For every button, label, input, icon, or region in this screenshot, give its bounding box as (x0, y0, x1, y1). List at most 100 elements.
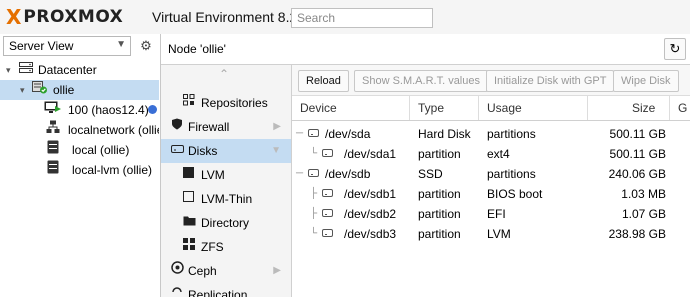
size-cell: 1.07 GB (621, 207, 666, 221)
main-panel: Node 'ollie' ↻ ⌃ Repositories Firewall ▶… (161, 34, 690, 297)
menu-item-firewall[interactable]: Firewall ▶ (161, 115, 291, 139)
column-divider[interactable] (478, 96, 479, 120)
chevron-right-icon[interactable]: ▶ (273, 115, 281, 139)
tree-item-label: Datacenter (38, 63, 97, 77)
vm-running-icon (44, 100, 62, 120)
menu-item-zfs[interactable]: ZFS (161, 235, 291, 259)
proxmox-x-icon: X (6, 5, 22, 29)
column-header-size[interactable]: Size (632, 101, 655, 115)
status-badge (148, 105, 157, 114)
column-header-usage[interactable]: Usage (487, 101, 522, 115)
firewall-icon (171, 115, 183, 139)
directory-icon (183, 211, 196, 235)
tree-item-node-ollie[interactable]: ▾ ollie (0, 80, 159, 100)
datacenter-icon (19, 60, 33, 80)
menu-item-label: Ceph (188, 264, 217, 278)
disk-icon (308, 129, 319, 137)
usage-cell: partitions (487, 167, 536, 181)
collapse-icon[interactable]: ▾ (6, 60, 11, 80)
menu-item-label: ZFS (201, 240, 224, 254)
proxmox-logo[interactable]: X PROXMOX (6, 5, 124, 29)
size-cell: 1.03 MB (621, 187, 666, 201)
usage-cell: ext4 (487, 147, 510, 161)
tree-item-datacenter[interactable]: ▾ Datacenter (0, 60, 159, 80)
usage-cell: partitions (487, 127, 536, 141)
tree-item-vm-100[interactable]: 100 (haos12.4) (0, 100, 159, 120)
content-header: Node 'ollie' ↻ (161, 34, 690, 65)
menu-item-label: LVM (201, 168, 225, 182)
zfs-icon (183, 235, 195, 259)
table-row[interactable]: ├ /dev/sdb2 partition EFI 1.07 GB (292, 204, 690, 224)
tree-item-label: localnetwork (ollie) (68, 123, 159, 137)
device-cell: /dev/sdb (325, 167, 371, 181)
device-cell: /dev/sda1 (344, 147, 397, 161)
refresh-icon[interactable]: ↻ (664, 38, 686, 60)
show-smart-button[interactable]: Show S.M.A.R.T. values (354, 70, 488, 92)
view-selector[interactable]: Server View ▼ (3, 36, 131, 56)
disk-icon (308, 169, 319, 177)
tree-item-label: local (ollie) (72, 143, 130, 157)
product-version: Virtual Environment 8.2.4 (152, 9, 309, 25)
table-row[interactable]: ─ /dev/sdb SSD partitions 240.06 GB (292, 164, 690, 184)
search-input[interactable] (291, 8, 433, 28)
node-menu: ⌃ Repositories Firewall ▶ Disks ▼ LVM LV… (161, 65, 292, 297)
column-header-type[interactable]: Type (418, 101, 444, 115)
usage-cell: LVM (487, 227, 511, 241)
menu-item-repositories[interactable]: Repositories (161, 91, 291, 115)
collapse-icon[interactable]: ─ (296, 124, 303, 144)
column-divider[interactable] (409, 96, 410, 120)
partition-icon (322, 149, 333, 157)
chevron-down-icon: ▼ (116, 39, 126, 50)
tree-line: └ (310, 148, 318, 159)
collapse-icon[interactable]: ▾ (20, 80, 25, 100)
tree-line: ├ (310, 188, 318, 199)
chevron-right-icon[interactable]: ▶ (273, 259, 281, 283)
collapse-icon[interactable]: ─ (296, 164, 303, 184)
tree-item-localnetwork[interactable]: localnetwork (ollie) (0, 120, 159, 140)
table-row[interactable]: └ /dev/sdb3 partition LVM 238.98 GB (292, 224, 690, 244)
chevron-down-icon[interactable]: ▼ (271, 139, 281, 163)
menu-item-label: Firewall (188, 120, 230, 134)
menu-item-replication[interactable]: Replication (161, 283, 291, 297)
size-cell: 240.06 GB (608, 167, 666, 181)
size-cell: 238.98 GB (608, 227, 666, 241)
network-icon (46, 120, 60, 140)
scroll-up-icon[interactable]: ⌃ (219, 67, 229, 81)
menu-item-directory[interactable]: Directory (161, 211, 291, 235)
menu-item-lvm-thin[interactable]: LVM-Thin (161, 187, 291, 211)
disks-icon (171, 139, 184, 163)
storage-icon (47, 140, 59, 160)
type-cell: Hard Disk (418, 127, 471, 141)
wipe-disk-button[interactable]: Wipe Disk (613, 70, 679, 92)
size-cell: 500.11 GB (609, 147, 666, 161)
lvm-icon (183, 163, 194, 187)
column-divider[interactable] (669, 96, 670, 120)
device-cell: /dev/sdb3 (344, 227, 397, 241)
menu-item-label: Repositories (201, 96, 268, 110)
column-header-gpt[interactable]: G (678, 101, 687, 115)
menu-item-ceph[interactable]: Ceph ▶ (161, 259, 291, 283)
page-title: Node 'ollie' (168, 42, 226, 56)
menu-item-lvm[interactable]: LVM (161, 163, 291, 187)
column-header-device[interactable]: Device (300, 101, 337, 115)
gear-icon[interactable]: ⚙ (136, 36, 156, 56)
reload-button[interactable]: Reload (298, 70, 349, 92)
tree-item-label: local-lvm (ollie) (72, 163, 153, 177)
table-row[interactable]: └ /dev/sda1 partition ext4 500.11 GB (292, 144, 690, 164)
tree-line: └ (310, 228, 318, 239)
column-divider[interactable] (587, 96, 588, 120)
tree-item-storage-local[interactable]: local (ollie) (0, 140, 159, 160)
ceph-icon (171, 259, 184, 283)
table-row[interactable]: ─ /dev/sda Hard Disk partitions 500.11 G… (292, 124, 690, 144)
logo-text: PROXMOX (23, 7, 124, 27)
menu-item-label: Disks (188, 144, 218, 158)
node-online-icon (32, 80, 48, 100)
resource-tree-panel: Server View ▼ ⚙ ▾ Datacenter ▾ ollie 100… (0, 34, 161, 297)
menu-item-disks[interactable]: Disks ▼ (161, 139, 291, 163)
device-cell: /dev/sdb2 (344, 207, 397, 221)
initialize-gpt-button[interactable]: Initialize Disk with GPT (486, 70, 615, 92)
tree-item-storage-local-lvm[interactable]: local-lvm (ollie) (0, 160, 159, 180)
partition-icon (322, 189, 333, 197)
table-row[interactable]: ├ /dev/sdb1 partition BIOS boot 1.03 MB (292, 184, 690, 204)
device-cell: /dev/sdb1 (344, 187, 397, 201)
